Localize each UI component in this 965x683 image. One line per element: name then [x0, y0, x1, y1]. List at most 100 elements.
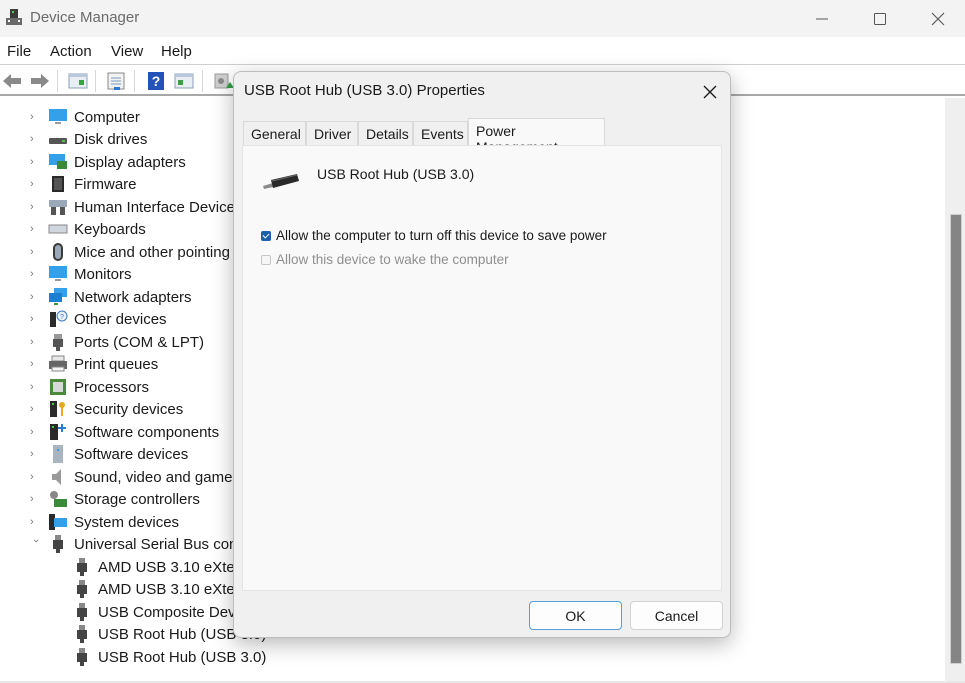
- tree-item-label: Display adapters: [74, 153, 186, 171]
- update-driver-icon[interactable]: [212, 70, 234, 92]
- minimize-icon: [816, 18, 828, 19]
- tree-item-software-devices[interactable]: › Software devices: [0, 443, 188, 465]
- vertical-scrollbar[interactable]: [945, 98, 965, 683]
- forward-arrow-icon[interactable]: [29, 70, 51, 92]
- tree-item-network-adapters[interactable]: › Network adapters: [0, 286, 192, 308]
- software-device-icon: [53, 445, 63, 463]
- mouse-icon: [53, 243, 63, 261]
- menu-view[interactable]: View: [111, 43, 143, 60]
- menu-action[interactable]: Action: [50, 43, 92, 60]
- allow-wake-checkbox: [261, 254, 271, 265]
- tree-item-display-adapters[interactable]: › Display adapters: [0, 151, 186, 173]
- chevron-right-icon[interactable]: ›: [30, 246, 40, 258]
- chevron-right-icon[interactable]: ›: [30, 471, 40, 483]
- tree-item-label: Human Interface Devices: [74, 198, 243, 216]
- chevron-down-icon[interactable]: ›: [30, 539, 42, 549]
- tree-item-label: Security devices: [74, 400, 184, 418]
- tree-item-keyboards[interactable]: › Keyboards: [0, 218, 146, 240]
- allow-wake-label: Allow this device to wake the computer: [276, 252, 509, 267]
- chevron-right-icon[interactable]: ›: [30, 201, 40, 213]
- tree-item-sound[interactable]: › Sound, video and game: [0, 466, 232, 488]
- tree-item-usb-child[interactable]: AMD USB 3.10 eXtens: [72, 578, 251, 600]
- menu-bar: File Action View Help: [0, 37, 965, 65]
- scrollbar-thumb[interactable]: [950, 214, 962, 664]
- usb-device-icon: [77, 603, 87, 621]
- tree-item-system-devices[interactable]: › System devices: [0, 511, 179, 533]
- cancel-button[interactable]: Cancel: [630, 601, 723, 630]
- back-arrow-icon[interactable]: [1, 70, 23, 92]
- tree-item-usb-child[interactable]: USB Composite Devi: [72, 601, 239, 623]
- toolbar-separator: [202, 70, 203, 92]
- toolbar-separator: [57, 70, 58, 92]
- tree-item-human-interface-devices[interactable]: › Human Interface Devices: [0, 196, 242, 218]
- title-bar: Device Manager: [0, 0, 965, 37]
- hid-icon: [49, 200, 67, 215]
- chevron-right-icon[interactable]: ›: [30, 493, 40, 505]
- tree-item-mice[interactable]: › Mice and other pointing: [0, 241, 230, 263]
- allow-turn-off-option[interactable]: Allow the computer to turn off this devi…: [261, 228, 607, 243]
- svg-text:?: ?: [152, 73, 161, 89]
- ok-button[interactable]: OK: [529, 601, 622, 630]
- chevron-right-icon[interactable]: ›: [30, 156, 40, 168]
- device-manager-window: Device Manager File Action View Help ? ›: [0, 0, 965, 683]
- disk-drive-icon: [49, 138, 67, 144]
- tree-item-label: Sound, video and game: [74, 468, 233, 486]
- chevron-right-icon[interactable]: ›: [30, 178, 40, 190]
- tree-item-software-components[interactable]: › Software components: [0, 421, 219, 443]
- tree-item-firmware[interactable]: › Firmware: [0, 173, 137, 195]
- usb-device-icon: [77, 648, 87, 666]
- close-icon: [931, 12, 945, 25]
- tree-item-usb-child[interactable]: AMD USB 3.10 eXtens: [72, 556, 251, 578]
- tree-item-processors[interactable]: › Processors: [0, 376, 149, 398]
- tree-item-ports[interactable]: › Ports (COM & LPT): [0, 331, 204, 353]
- tree-item-usb-controllers[interactable]: › Universal Serial Bus cont: [0, 533, 242, 555]
- tree-item-label: Keyboards: [74, 220, 146, 238]
- tree-item-label: Computer: [74, 108, 140, 126]
- menu-file[interactable]: File: [7, 43, 31, 60]
- tree-item-usb-child[interactable]: USB Root Hub (USB 3.0): [72, 646, 266, 668]
- chevron-right-icon[interactable]: ›: [30, 313, 40, 325]
- chevron-right-icon[interactable]: ›: [30, 268, 40, 280]
- computer-icon: [49, 109, 67, 124]
- chevron-right-icon[interactable]: ›: [30, 223, 40, 235]
- tree-item-other-devices[interactable]: › ? Other devices: [0, 308, 167, 330]
- tree-item-label: Storage controllers: [74, 490, 200, 508]
- tree-item-print-queues[interactable]: › Print queues: [0, 353, 158, 375]
- other-devices-icon: ?: [50, 310, 68, 327]
- tree-item-disk-drives[interactable]: › Disk drives: [0, 128, 147, 150]
- dialog-close-button[interactable]: [699, 81, 721, 103]
- chevron-right-icon[interactable]: ›: [30, 336, 40, 348]
- close-button[interactable]: [909, 0, 965, 37]
- tab-driver[interactable]: Driver: [306, 121, 358, 145]
- tree-item-label: Monitors: [74, 265, 132, 283]
- chevron-right-icon[interactable]: ›: [30, 291, 40, 303]
- tab-power-management[interactable]: Power Management: [468, 118, 605, 155]
- network-adapter-icon: [49, 288, 67, 305]
- chevron-right-icon[interactable]: ›: [30, 111, 40, 123]
- tree-item-storage-controllers[interactable]: › Storage controllers: [0, 488, 200, 510]
- help-icon[interactable]: ?: [145, 70, 167, 92]
- chevron-right-icon[interactable]: ›: [30, 133, 40, 145]
- chevron-right-icon[interactable]: ›: [30, 426, 40, 438]
- tree-item-monitors[interactable]: › Monitors: [0, 263, 132, 285]
- chevron-right-icon[interactable]: ›: [30, 381, 40, 393]
- tab-events[interactable]: Events: [413, 121, 468, 145]
- maximize-button[interactable]: [851, 0, 909, 37]
- tab-details[interactable]: Details: [358, 121, 413, 145]
- tab-general[interactable]: General: [243, 121, 306, 145]
- show-hide-console-tree-icon[interactable]: [67, 70, 89, 92]
- processor-icon: [50, 379, 66, 395]
- tree-item-computer[interactable]: › Computer: [0, 106, 140, 128]
- system-devices-icon: [49, 514, 67, 530]
- minimize-button[interactable]: [793, 0, 851, 37]
- tree-item-security-devices[interactable]: › Security devices: [0, 398, 183, 420]
- menu-help[interactable]: Help: [161, 43, 192, 60]
- allow-turn-off-label: Allow the computer to turn off this devi…: [276, 228, 607, 243]
- show-action-pane-icon[interactable]: [173, 70, 195, 92]
- chevron-right-icon[interactable]: ›: [30, 516, 40, 528]
- chevron-right-icon[interactable]: ›: [30, 403, 40, 415]
- chevron-right-icon[interactable]: ›: [30, 448, 40, 460]
- allow-turn-off-checkbox[interactable]: [261, 230, 271, 241]
- chevron-right-icon[interactable]: ›: [30, 358, 40, 370]
- properties-icon[interactable]: [105, 70, 127, 92]
